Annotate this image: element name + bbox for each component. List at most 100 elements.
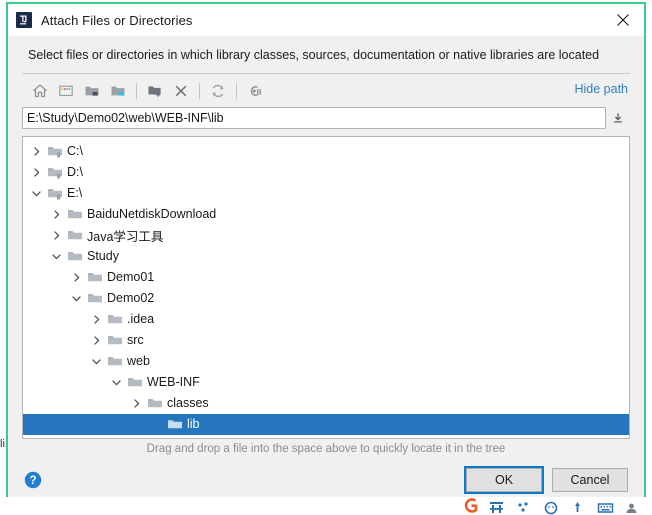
path-input[interactable] (22, 107, 606, 130)
tree-row-label: D:\ (67, 165, 83, 180)
svg-text:?: ? (29, 475, 36, 487)
help-icon[interactable]: ? (24, 471, 42, 489)
tree-twisty-spacer (148, 414, 165, 435)
folder-icon (85, 288, 105, 309)
tree-row-label: WEB-INF (147, 375, 200, 390)
dialog-title: Attach Files or Directories (41, 12, 193, 28)
pin-icon[interactable] (570, 497, 587, 515)
chevron-right-icon[interactable] (28, 162, 45, 183)
tree-row[interactable]: web (23, 351, 629, 372)
tree-row-label: classes (167, 396, 209, 411)
tree-row-label: C:\ (67, 144, 83, 159)
sogou-input-icon[interactable] (462, 497, 479, 515)
tree-row[interactable]: lib (23, 413, 629, 435)
folder-icon (105, 330, 125, 351)
folder-icon (125, 372, 145, 393)
chevron-right-icon[interactable] (88, 330, 105, 351)
clock-icon[interactable] (543, 497, 560, 515)
drive-folder-icon (45, 183, 65, 204)
close-icon[interactable] (602, 4, 644, 36)
chevron-right-icon[interactable] (48, 225, 65, 246)
tree-row[interactable]: D:\ (23, 162, 629, 183)
ok-button[interactable]: OK (464, 466, 544, 494)
tree-row-label: lib (187, 417, 200, 432)
taskbar (0, 497, 652, 515)
attach-files-dialog: Attach Files or Directories Select files… (6, 2, 646, 504)
project-folder-icon[interactable] (79, 79, 105, 103)
tree-row-label: .idea (127, 312, 155, 327)
chevron-right-icon[interactable] (88, 309, 105, 330)
folder-icon (165, 414, 185, 435)
tree-row-label: F:\ (65, 438, 82, 439)
person-icon[interactable] (624, 497, 641, 515)
chevron-down-icon[interactable] (48, 246, 65, 267)
drive-folder-icon (45, 162, 65, 183)
chevron-right-icon[interactable] (48, 204, 65, 225)
tree-row[interactable]: WEB-INF (23, 372, 629, 393)
chevron-right-icon[interactable] (28, 141, 45, 162)
chevron-right-icon[interactable] (128, 393, 145, 414)
keyboard-icon[interactable] (597, 497, 614, 515)
directory-tree: C:\ D:\ E:\ BaiduNetdiskDownload Java学习工具 Stu… (23, 137, 629, 439)
new-folder-icon[interactable] (142, 79, 168, 103)
tree-row[interactable]: Java学习工具 (23, 225, 629, 246)
tree-row[interactable]: BaiduNetdiskDownload (23, 204, 629, 225)
tree-row-label: web (127, 354, 150, 369)
dots-icon[interactable] (516, 497, 533, 515)
tree-row[interactable]: Demo02 (23, 288, 629, 309)
folder-icon (105, 309, 125, 330)
path-row (22, 107, 630, 130)
intellij-idea-icon (16, 12, 32, 28)
tree-row[interactable]: classes (23, 393, 629, 414)
chevron-down-icon[interactable] (108, 372, 125, 393)
chevron-right-icon[interactable] (28, 435, 45, 438)
cancel-button[interactable]: Cancel (552, 468, 628, 492)
chevron-down-icon[interactable] (88, 351, 105, 372)
chevron-right-icon[interactable] (68, 267, 85, 288)
drag-drop-hint: Drag and drop a file into the space abov… (146, 442, 506, 455)
tree-row[interactable]: Study (23, 246, 629, 267)
chevron-down-icon[interactable] (28, 183, 45, 204)
dialog-description: Select files or directories in which lib… (8, 36, 644, 73)
dialog-footer: ? OK Cancel (8, 458, 644, 502)
tree-row-label: Java学习工具 (87, 229, 164, 244)
tree-row[interactable]: F:\ (23, 435, 629, 439)
tree-row[interactable]: E:\ (23, 183, 629, 204)
show-hidden-files-icon[interactable] (242, 79, 268, 103)
tree-row-label: Study (87, 249, 119, 264)
tree-row-label: E:\ (67, 186, 83, 201)
tree-row[interactable]: .idea (23, 309, 629, 330)
folder-icon (85, 267, 105, 288)
module-folder-icon[interactable] (105, 79, 131, 103)
home-icon[interactable] (27, 79, 53, 103)
grid-icon[interactable] (489, 497, 506, 515)
tree-row[interactable]: Demo01 (23, 267, 629, 288)
collapse-path-icon[interactable] (606, 107, 630, 129)
folder-icon (105, 351, 125, 372)
delete-icon[interactable] (168, 79, 194, 103)
refresh-icon[interactable] (205, 79, 231, 103)
chevron-down-icon[interactable] (68, 288, 85, 309)
tree-row[interactable]: src (23, 330, 629, 351)
toolbar-container: Hide path (22, 73, 630, 107)
tree-row[interactable]: C:\ (23, 141, 629, 162)
drive-folder-icon (45, 435, 65, 438)
toolbar-separator (236, 82, 237, 99)
folder-icon (65, 225, 85, 246)
directory-tree-panel[interactable]: C:\ D:\ E:\ BaiduNetdiskDownload Java学习工具 Stu… (22, 135, 630, 439)
taskbar-icons (462, 497, 652, 515)
desktop-icon[interactable] (53, 79, 79, 103)
dialog-titlebar: Attach Files or Directories (8, 4, 644, 36)
hide-path-link[interactable]: Hide path (574, 82, 628, 96)
